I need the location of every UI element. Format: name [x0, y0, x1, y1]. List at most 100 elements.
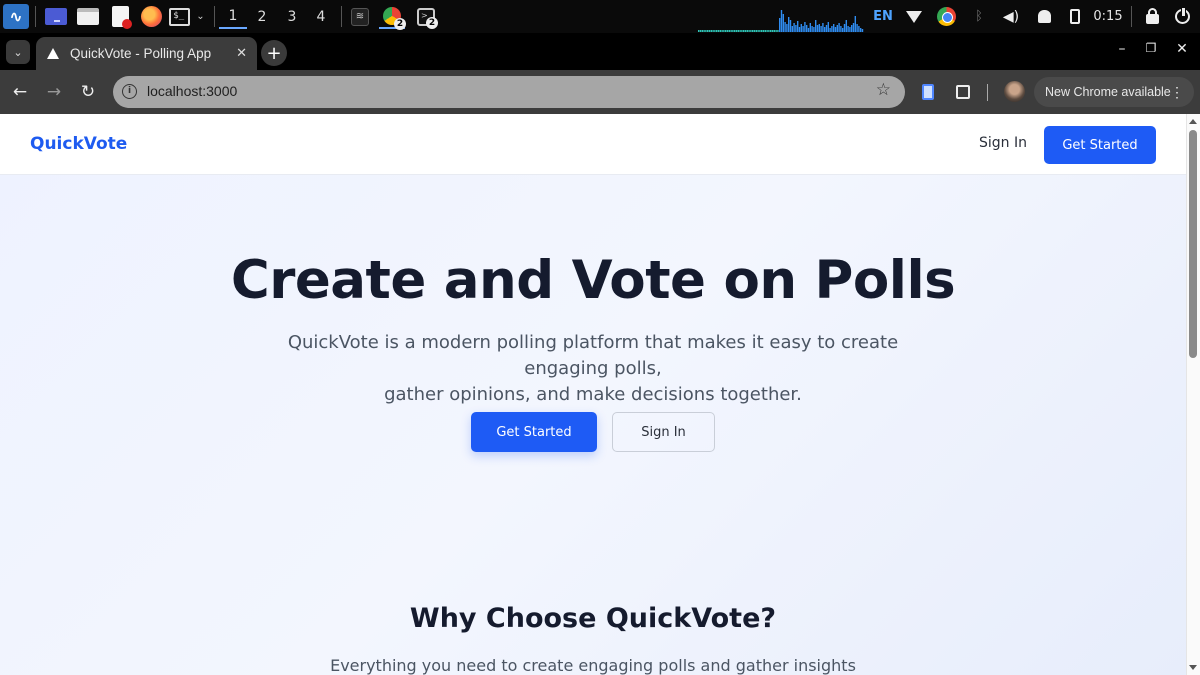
- chrome-tray-icon[interactable]: [935, 4, 957, 29]
- net-graph-bar: [811, 26, 813, 32]
- hero-title: Create and Vote on Polls: [230, 250, 956, 311]
- net-graph-bar: [849, 27, 851, 32]
- net-graph-bar: [818, 24, 820, 32]
- battery-icon[interactable]: [1064, 4, 1086, 29]
- net-graph-bar: [824, 27, 826, 32]
- taskbar-divider: [341, 6, 342, 27]
- reload-icon[interactable]: ↻: [76, 80, 100, 104]
- nav-get-started-button[interactable]: Get Started: [1044, 126, 1156, 164]
- net-graph-bar: [833, 24, 835, 32]
- volume-icon[interactable]: ◀): [1000, 4, 1022, 29]
- address-bar-url[interactable]: localhost:3000: [147, 83, 237, 99]
- net-graph-bar: [795, 25, 797, 32]
- net-graph-bar: [768, 30, 770, 32]
- power-icon[interactable]: [1171, 4, 1193, 29]
- net-graph-bar: [759, 30, 761, 32]
- net-graph-bar: [800, 24, 802, 32]
- net-graph-bar: [748, 30, 750, 32]
- net-graph-bar: [770, 30, 772, 32]
- net-graph-bar: [854, 16, 856, 32]
- net-graph-bar: [771, 30, 774, 32]
- app-launcher-icon[interactable]: ∿: [3, 4, 29, 29]
- workspace-4[interactable]: 4: [307, 4, 335, 29]
- system-taskbar: ∿ $_ ⌄ 1 2 3 4 ≋ 2 >_ 2 EN ᛒ ◀) 0:15: [0, 0, 1200, 33]
- workspace-2[interactable]: 2: [248, 4, 276, 29]
- net-graph-bar: [842, 28, 844, 32]
- bookmark-star-icon[interactable]: ☆: [876, 80, 891, 100]
- firefox-icon[interactable]: [139, 4, 163, 29]
- window-app-icon[interactable]: ≋: [347, 4, 373, 29]
- extension-notes-icon[interactable]: [918, 82, 938, 102]
- chevron-down-icon[interactable]: ⌄: [196, 11, 204, 22]
- net-graph-bar: [807, 28, 810, 32]
- net-graph-bar: [719, 30, 721, 32]
- lock-screen-icon[interactable]: [1141, 4, 1163, 29]
- net-graph-bar: [757, 30, 759, 32]
- net-graph-bar: [861, 29, 864, 32]
- scroll-up-arrow-icon[interactable]: [1189, 119, 1197, 124]
- close-window-icon[interactable]: ✕: [1172, 41, 1192, 57]
- net-graph-bar: [816, 25, 819, 32]
- hero-subtitle: QuickVote is a modern polling platform t…: [243, 330, 943, 408]
- net-graph-bar: [735, 30, 738, 32]
- page-viewport: QuickVote Sign In Get Started Create and…: [0, 114, 1186, 675]
- net-graph-bar: [856, 24, 858, 32]
- terminal-launcher-icon[interactable]: $_ ⌄: [167, 4, 207, 29]
- forward-arrow-icon[interactable]: →: [42, 80, 66, 104]
- window-chrome-icon[interactable]: 2: [379, 4, 406, 30]
- net-graph-bar: [788, 17, 790, 32]
- update-chrome-button[interactable]: New Chrome available ⋮: [1034, 77, 1194, 107]
- wifi-icon[interactable]: [903, 4, 925, 29]
- taskbar-divider: [1131, 6, 1132, 27]
- tab-search-chevron-icon[interactable]: ⌄: [6, 40, 30, 64]
- window-terminal-icon[interactable]: >_ 2: [413, 4, 439, 29]
- back-arrow-icon[interactable]: ←: [8, 80, 32, 104]
- net-graph-bar: [831, 26, 833, 32]
- net-graph-bar: [712, 30, 714, 32]
- net-graph-bar: [793, 23, 795, 32]
- bluetooth-icon[interactable]: ᛒ: [968, 4, 990, 29]
- scrollbar-thumb[interactable]: [1189, 130, 1197, 358]
- hero-get-started-button[interactable]: Get Started: [471, 412, 597, 452]
- site-info-icon[interactable]: i: [122, 84, 137, 99]
- net-graph-bar: [775, 30, 777, 32]
- net-graph-bar: [739, 30, 741, 32]
- net-graph-bar: [784, 22, 786, 32]
- close-icon[interactable]: ✕: [236, 46, 247, 61]
- taskbar-divider: [214, 6, 215, 27]
- brand-logo-text[interactable]: QuickVote: [30, 134, 127, 154]
- browser-tab-active[interactable]: QuickVote - Polling App ✕: [36, 37, 257, 70]
- minimize-icon[interactable]: –: [1112, 41, 1132, 57]
- net-graph-bar: [815, 20, 817, 32]
- profile-avatar[interactable]: [1004, 81, 1025, 102]
- net-graph-bar: [852, 23, 855, 32]
- nav-sign-in-link[interactable]: Sign In: [979, 135, 1027, 151]
- document-viewer-icon[interactable]: [108, 4, 132, 29]
- net-graph-bar: [710, 30, 712, 32]
- notification-bell-icon[interactable]: [1033, 4, 1055, 29]
- clock[interactable]: 0:15: [1091, 4, 1125, 29]
- net-graph-bar: [746, 30, 748, 32]
- new-tab-plus-icon[interactable]: +: [261, 40, 287, 66]
- net-graph-bar: [707, 30, 709, 32]
- net-graph-bar: [717, 30, 720, 32]
- file-manager-icon[interactable]: [76, 4, 100, 29]
- kebab-menu-icon[interactable]: ⋮: [1170, 83, 1184, 101]
- net-graph-bar: [773, 30, 775, 32]
- keyboard-language-indicator[interactable]: EN: [872, 4, 894, 29]
- net-graph-bar: [732, 30, 734, 32]
- net-graph-bar: [698, 30, 700, 32]
- hero-sign-in-button[interactable]: Sign In: [612, 412, 715, 452]
- scroll-down-arrow-icon[interactable]: [1189, 665, 1197, 670]
- net-graph-bar: [827, 22, 829, 32]
- page-scrollbar[interactable]: [1186, 114, 1200, 675]
- net-graph-bar: [743, 30, 745, 32]
- taskbar-divider: [35, 6, 36, 27]
- extensions-puzzle-icon[interactable]: [953, 82, 973, 102]
- workspace-1[interactable]: 1: [219, 4, 247, 29]
- show-desktop-icon[interactable]: [44, 4, 68, 29]
- address-bar[interactable]: i localhost:3000 ☆: [113, 76, 905, 108]
- workspace-3[interactable]: 3: [278, 4, 306, 29]
- net-graph-bar: [851, 25, 853, 32]
- restore-icon[interactable]: ❐: [1141, 41, 1161, 55]
